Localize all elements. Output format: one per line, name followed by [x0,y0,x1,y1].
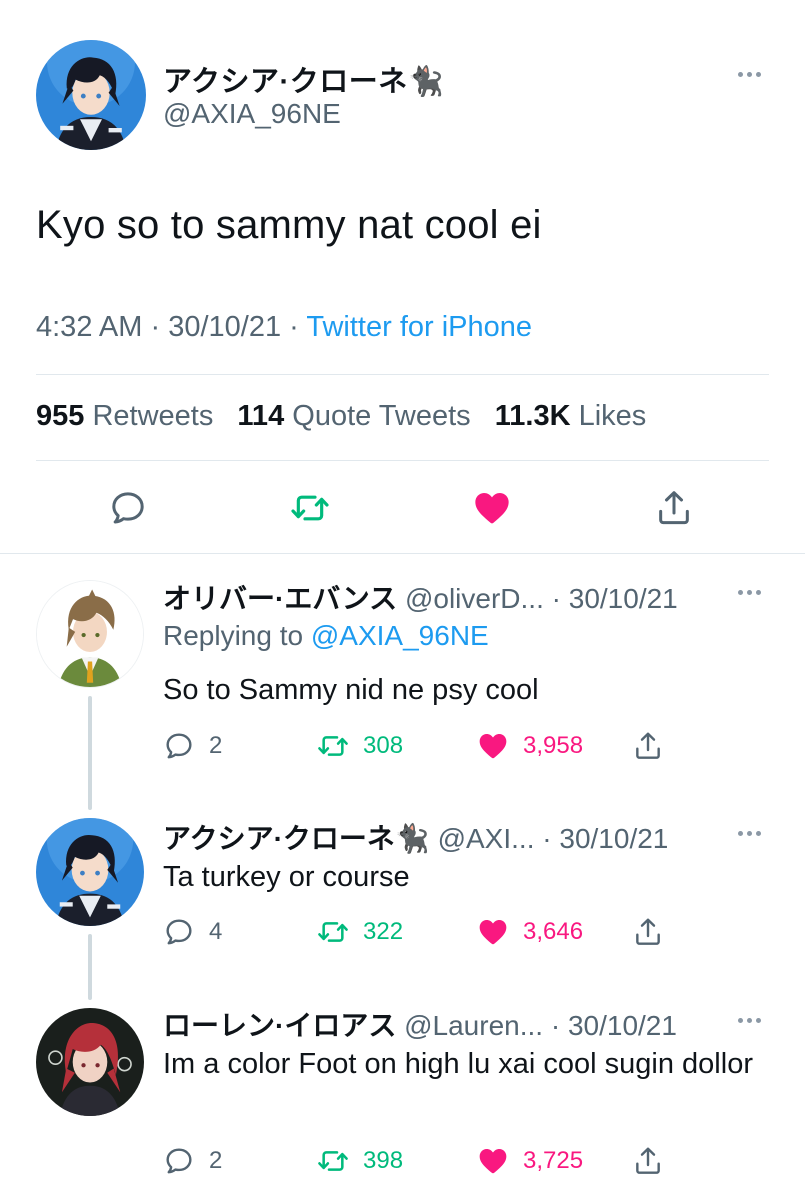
reply-like-button[interactable]: 3,646 [477,916,583,948]
like-count: 3,958 [523,732,584,759]
reply-like-button[interactable]: 3,725 [477,1145,583,1177]
retweet-count: 308 [363,732,404,759]
author-avatar[interactable] [36,40,146,150]
reply-retweet-button[interactable]: 308 [317,730,403,762]
more-icon[interactable] [738,590,761,595]
author-handle[interactable]: @AXIA_96NE [163,98,341,130]
reply-handle[interactable]: @AXI... [438,823,535,854]
more-icon[interactable] [738,72,761,77]
reply-display-name[interactable]: ローレン·イロアス [163,1010,396,1041]
retweets-stat[interactable]: 955 Retweets [36,400,213,432]
reply-handle[interactable]: @oliverD... [405,583,544,614]
reply-icon [163,1145,195,1177]
more-icon[interactable] [738,1018,761,1023]
author-display-name[interactable]: アクシア·クローネ🐈‍⬛ [163,58,444,100]
reply-text: Ta turkey or course [163,861,410,893]
thread-line [88,934,92,1000]
reply-icon [163,916,195,948]
divider [36,460,769,461]
more-icon[interactable] [738,831,761,836]
reply-count: 2 [209,1147,223,1174]
like-icon [477,1145,509,1177]
tweet-date: 30/10/21 [168,311,282,343]
reply-date[interactable]: 30/10/21 [569,583,678,614]
reply-header: アクシア·クローネ🐈‍⬛ @AXI... · 30/10/21 [163,823,669,854]
reply-reply-button[interactable]: 4 [163,916,222,948]
share-icon [632,730,664,762]
retweet-icon [317,730,349,762]
reply-icon [163,730,195,762]
section-divider [0,553,805,554]
divider [36,374,769,375]
reply-retweet-button[interactable]: 322 [317,916,403,948]
reply-display-name[interactable]: オリバー·エバンス [163,583,397,614]
retweet-icon [317,1145,349,1177]
replying-to-handle[interactable]: @AXIA_96NE [311,620,489,651]
tweet-source-link[interactable]: Twitter for iPhone [306,311,532,343]
reply-share-button[interactable] [632,916,664,948]
tweet-meta: 4:32 AM · 30/10/21 · Twitter for iPhone [36,311,532,344]
retweet-count: 322 [363,918,404,945]
reply-retweet-button[interactable]: 398 [317,1145,403,1177]
likes-stat[interactable]: 11.3K Likes [495,400,647,432]
meta-separator: · [150,311,161,343]
like-button[interactable] [470,486,514,530]
like-count: 3,646 [523,918,584,945]
retweet-icon [290,488,330,528]
quote-tweets-stat[interactable]: 114 Quote Tweets [237,400,470,432]
meta-separator: · [289,311,299,343]
reply-header: ローレン·イロアス @Lauren... · 30/10/21 [163,1010,677,1041]
retweet-button[interactable] [288,486,332,530]
reply-avatar[interactable] [36,818,144,926]
reply-text: So to Sammy nid ne psy cool [163,674,539,706]
reply-date[interactable]: 30/10/21 [568,1010,677,1041]
like-icon [477,730,509,762]
reply-header: オリバー·エバンス @oliverD... · 30/10/21 [163,583,678,614]
reply-count: 2 [209,732,223,759]
reply-count: 4 [209,918,223,945]
tweet-stats: 955 Retweets 114 Quote Tweets 11.3K Like… [36,400,662,433]
reply-display-name[interactable]: アクシア·クローネ🐈‍⬛ [163,823,430,854]
like-count: 3,725 [523,1147,584,1174]
reply-reply-button[interactable]: 2 [163,730,222,762]
reply-avatar[interactable] [36,1008,144,1116]
share-icon [632,916,664,948]
reply-share-button[interactable] [632,730,664,762]
reply-share-button[interactable] [632,1145,664,1177]
reply-text: Im a color Foot on high lu xai cool sugi… [163,1048,753,1080]
like-icon [477,916,509,948]
share-icon [654,488,694,528]
reply-avatar[interactable] [36,580,144,688]
retweet-icon [317,916,349,948]
reply-handle[interactable]: @Lauren... [404,1010,543,1041]
thread-line [88,696,92,810]
reply-button[interactable] [106,486,150,530]
retweet-count: 398 [363,1147,404,1174]
tweet-text: Kyo so to sammy nat cool ei [36,203,542,247]
share-icon [632,1145,664,1177]
tweet-time: 4:32 AM [36,311,143,343]
share-button[interactable] [652,486,696,530]
reply-date[interactable]: 30/10/21 [559,823,668,854]
reply-reply-button[interactable]: 2 [163,1145,222,1177]
reply-icon [108,488,148,528]
replying-to: Replying to @AXIA_96NE [163,620,489,651]
like-icon [472,488,512,528]
reply-like-button[interactable]: 3,958 [477,730,583,762]
